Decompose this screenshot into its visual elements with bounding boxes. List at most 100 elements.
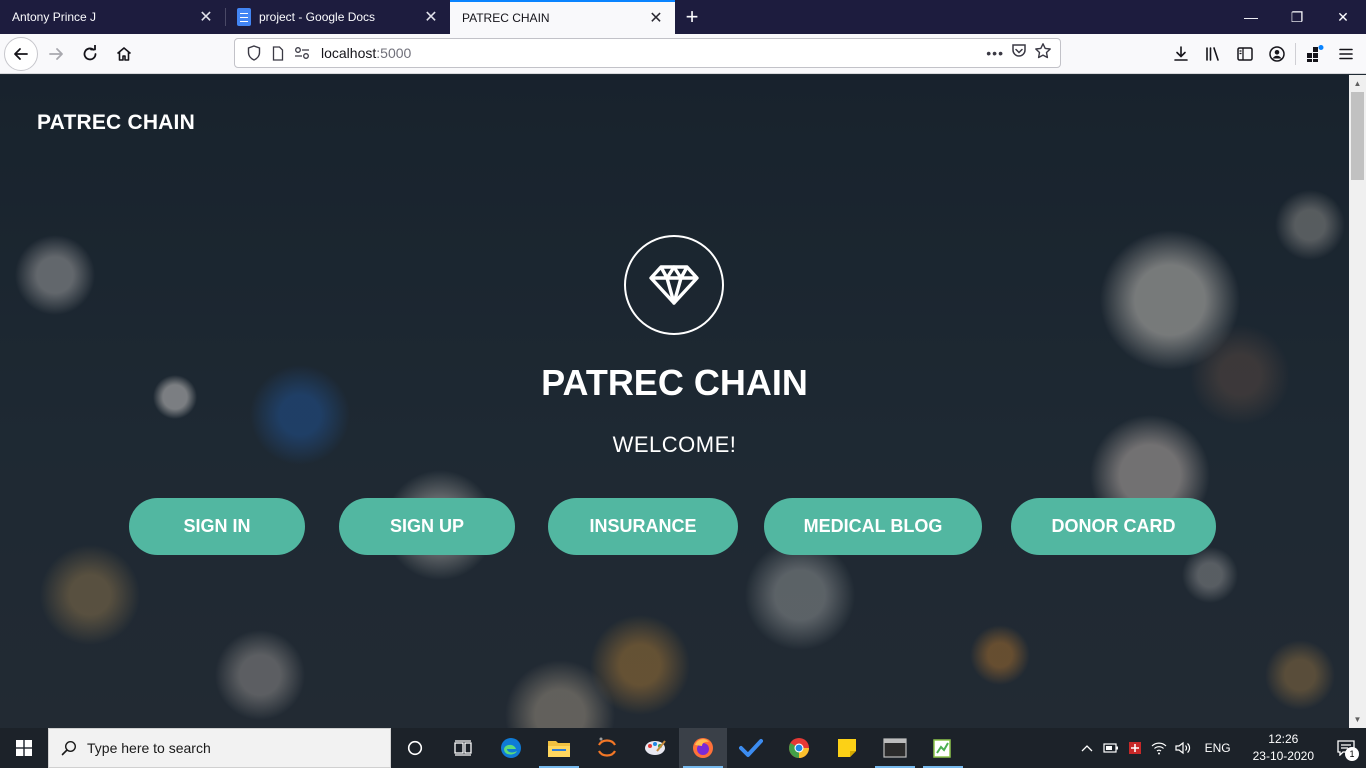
tab-strip: Antony Prince J ✕ project - Google Docs …: [0, 0, 1366, 34]
extensions-button[interactable]: [1298, 38, 1330, 70]
notepad-icon: [933, 739, 951, 758]
tab-patrec-chain[interactable]: PATREC CHAIN ✕: [450, 0, 675, 34]
close-icon[interactable]: ✕: [422, 8, 440, 26]
library-button[interactable]: [1197, 38, 1229, 70]
sticky-note-icon: [838, 739, 856, 757]
new-tab-button[interactable]: +: [675, 0, 709, 34]
scroll-thumb[interactable]: [1351, 92, 1364, 180]
arrow-right-icon: [49, 47, 63, 60]
sidebar-icon: [1237, 47, 1253, 61]
search-icon: [61, 740, 77, 756]
show-hidden-icons-button[interactable]: [1075, 728, 1099, 768]
insurance-button[interactable]: INSURANCE: [548, 498, 738, 555]
sign-in-button[interactable]: SIGN IN: [129, 498, 305, 555]
reload-button[interactable]: [74, 38, 106, 70]
folder-icon: [548, 741, 570, 757]
toolbar-separator: [1295, 43, 1296, 65]
taskbar-search[interactable]: Type here to search: [48, 728, 391, 768]
sidebar-button[interactable]: [1229, 38, 1261, 70]
shield-icon[interactable]: [243, 42, 265, 64]
home-button[interactable]: [108, 38, 140, 70]
url-port: :5000: [376, 45, 412, 61]
arrow-left-icon: [14, 47, 28, 60]
system-tray: ENG 12:26 23-10-2020 1: [1075, 728, 1366, 768]
page-title: PATREC CHAIN: [541, 362, 808, 403]
account-icon: [1269, 46, 1285, 62]
tab-label: project - Google Docs: [259, 10, 376, 24]
page-scrollbar[interactable]: ▲ ▼: [1349, 75, 1366, 728]
extensions-icon: [1307, 45, 1324, 62]
windows-taskbar: Type here to search ENG 12:26 23-10-2020…: [0, 728, 1366, 768]
tab-label: PATREC CHAIN: [462, 11, 550, 25]
chrome-icon: [789, 738, 809, 758]
search-placeholder: Type here to search: [87, 740, 211, 756]
home-icon: [116, 46, 132, 61]
paint-icon: [645, 740, 666, 755]
scroll-up-icon[interactable]: ▲: [1349, 75, 1366, 92]
antivirus-icon[interactable]: [1123, 728, 1147, 768]
close-icon[interactable]: ✕: [197, 8, 215, 26]
scroll-down-icon[interactable]: ▼: [1349, 711, 1366, 728]
welcome-subtitle: WELCOME!: [612, 432, 737, 457]
back-button[interactable]: [4, 36, 38, 71]
taskbar-file-explorer[interactable]: [535, 728, 583, 768]
taskbar-paint[interactable]: [631, 728, 679, 768]
minimize-button[interactable]: —: [1228, 0, 1274, 34]
download-icon: [1174, 46, 1188, 61]
hamburger-menu-icon: [1339, 48, 1353, 60]
site-brand[interactable]: PATREC CHAIN: [37, 111, 195, 135]
library-icon: [1206, 47, 1219, 61]
action-center-button[interactable]: 1: [1326, 728, 1366, 768]
medical-blog-button[interactable]: MEDICAL BLOG: [764, 498, 982, 555]
diamond-icon: [624, 235, 724, 335]
taskbar-chrome[interactable]: [775, 728, 823, 768]
taskbar-firefox[interactable]: [679, 728, 727, 768]
cortana-icon: [407, 740, 423, 756]
chevron-up-icon: [1081, 745, 1093, 752]
account-button[interactable]: [1261, 38, 1293, 70]
restore-button[interactable]: ❐: [1274, 0, 1320, 34]
forward-button[interactable]: [40, 38, 72, 70]
checkmark-icon: [739, 739, 763, 757]
close-window-button[interactable]: ✕: [1320, 0, 1366, 34]
page-info-icon[interactable]: [267, 42, 289, 64]
menu-button[interactable]: [1330, 38, 1362, 70]
taskbar-todo[interactable]: [727, 728, 775, 768]
taskbar-notepad-plus[interactable]: [919, 728, 967, 768]
address-bar[interactable]: localhost:5000 •••: [234, 38, 1061, 68]
wifi-icon[interactable]: [1147, 728, 1171, 768]
edge-icon: [501, 738, 521, 758]
tab-google-docs[interactable]: project - Google Docs ✕: [225, 0, 450, 34]
clock-time: 12:26: [1268, 732, 1299, 746]
url-text[interactable]: localhost:5000: [321, 45, 986, 61]
volume-icon[interactable]: [1171, 728, 1195, 768]
taskbar-terminal[interactable]: [871, 728, 919, 768]
google-docs-icon: [237, 8, 251, 26]
permissions-icon[interactable]: [291, 42, 313, 64]
jupyter-icon: [598, 737, 616, 757]
bookmark-star-icon[interactable]: [1034, 42, 1052, 65]
firefox-icon: [693, 738, 713, 758]
sign-up-button[interactable]: SIGN UP: [339, 498, 515, 555]
task-view-icon: [454, 740, 472, 756]
tab-antony-prince[interactable]: Antony Prince J ✕: [0, 0, 225, 34]
url-host: localhost: [321, 45, 377, 61]
close-icon[interactable]: ✕: [647, 9, 665, 27]
terminal-icon: [883, 738, 907, 758]
navigation-toolbar: localhost:5000 •••: [0, 34, 1366, 74]
page-actions-button[interactable]: •••: [986, 45, 1004, 61]
battery-icon[interactable]: [1099, 728, 1123, 768]
reload-icon: [83, 44, 97, 60]
start-button[interactable]: [0, 728, 48, 768]
pocket-icon[interactable]: [1010, 42, 1028, 65]
taskbar-edge[interactable]: [487, 728, 535, 768]
donor-card-button[interactable]: DONOR CARD: [1011, 498, 1216, 555]
window-controls: — ❐ ✕: [1228, 0, 1366, 34]
downloads-button[interactable]: [1165, 38, 1197, 70]
cortana-button[interactable]: [391, 728, 439, 768]
taskbar-eclipse[interactable]: [583, 728, 631, 768]
task-view-button[interactable]: [439, 728, 487, 768]
taskbar-clock[interactable]: 12:26 23-10-2020: [1241, 731, 1326, 765]
input-language[interactable]: ENG: [1195, 741, 1241, 755]
taskbar-sticky-notes[interactable]: [823, 728, 871, 768]
